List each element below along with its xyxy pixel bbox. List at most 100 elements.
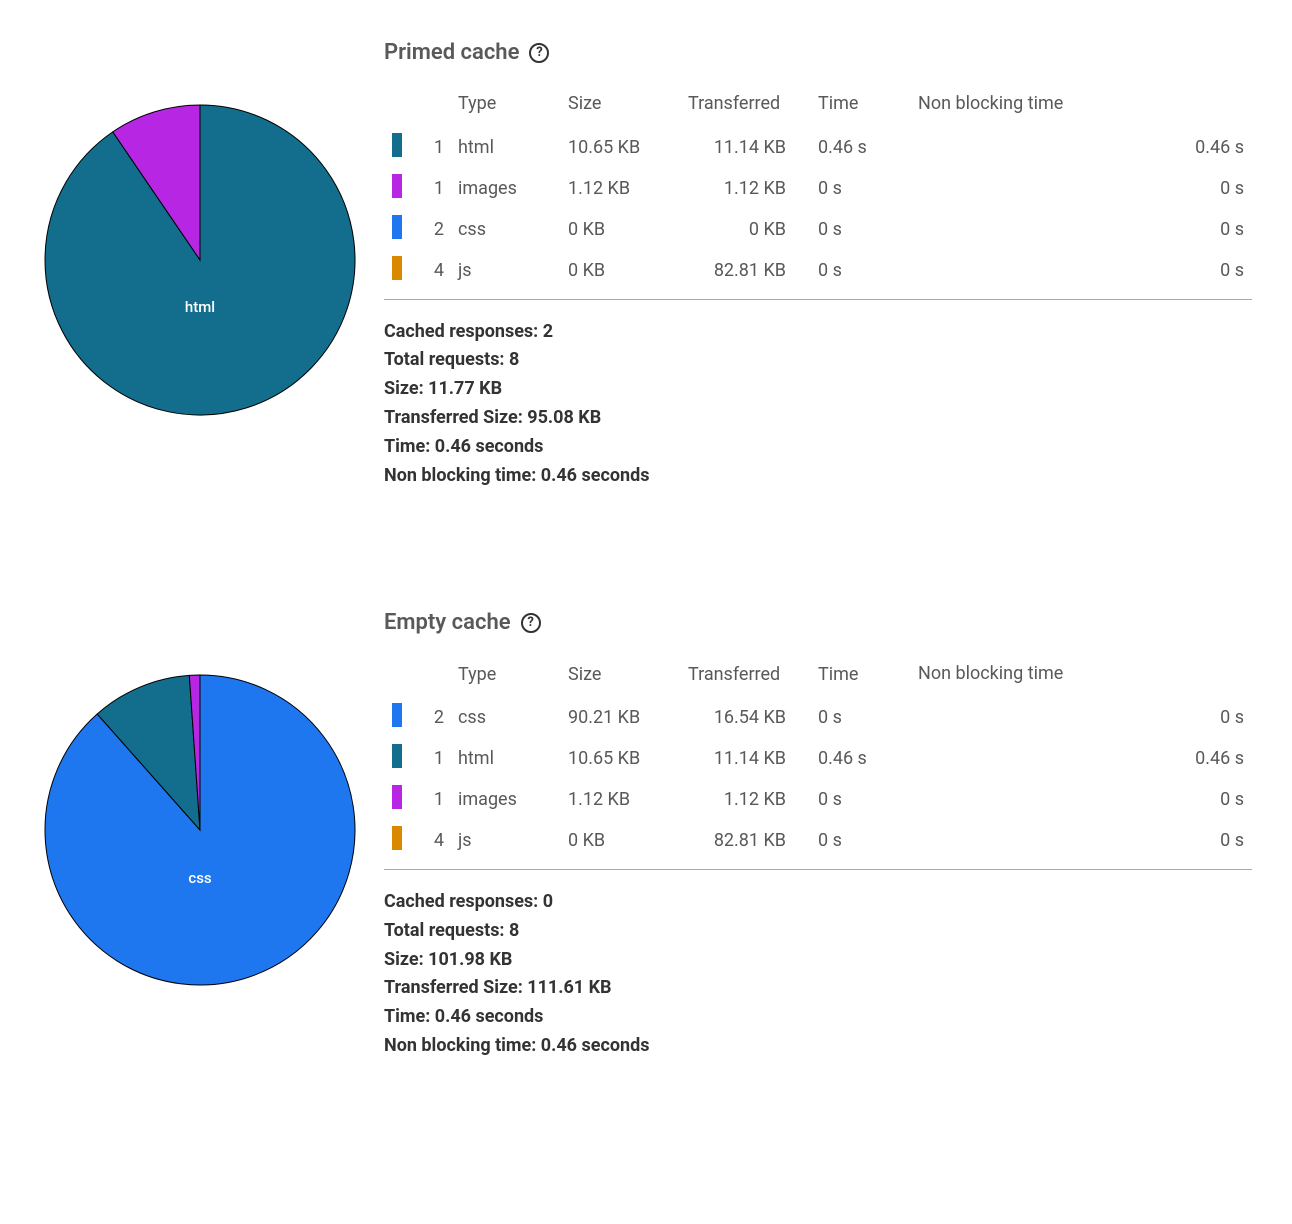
col-time: Time (810, 655, 910, 697)
color-swatch (392, 703, 402, 727)
summary-value-size: 101.98 KB (428, 949, 512, 970)
help-icon[interactable]: ? (521, 613, 541, 633)
asset-table: Type Size Transferred Time Non blocking … (384, 655, 1252, 861)
color-swatch (392, 174, 402, 198)
asset-table: Type Size Transferred Time Non blocking … (384, 85, 1252, 291)
divider (384, 299, 1252, 300)
row-count: 4 (402, 250, 450, 291)
color-swatch-cell (384, 250, 402, 291)
summary-value-transferred: 111.61 KB (527, 977, 611, 998)
table-row: 1 images 1.12 KB 1.12 KB 0 s 0 s (384, 779, 1252, 820)
summary-value-size: 11.77 KB (428, 378, 502, 399)
details-panel: Primed cache ? Type Size Transferred Tim… (384, 40, 1252, 490)
row-time: 0 s (810, 820, 910, 861)
summary-label-total: Total requests: (384, 349, 505, 370)
col-type: Type (450, 85, 560, 127)
summary-block: Cached responses: 2 Total requests: 8 Si… (384, 318, 1252, 491)
row-time: 0.46 s (810, 738, 910, 779)
col-nonblocking: Non blocking time (910, 85, 1252, 127)
row-transferred: 82.81 KB (680, 820, 810, 861)
summary-label-transferred: Transferred Size: (384, 407, 523, 428)
row-nonblocking: 0 s (910, 168, 1252, 209)
color-swatch (392, 744, 402, 768)
details-panel: Empty cache ? Type Size Transferred Time… (384, 610, 1252, 1060)
summary-label-cached: Cached responses: (384, 321, 538, 342)
summary-value-time: 0.46 seconds (435, 1006, 544, 1027)
row-count: 2 (402, 209, 450, 250)
row-transferred: 11.14 KB (680, 738, 810, 779)
section-title-text: Empty cache (384, 610, 511, 635)
summary-label-time: Time: (384, 1006, 430, 1027)
cache-section: css Empty cache ? Type Size Transferred … (40, 610, 1252, 1060)
row-type: images (450, 168, 560, 209)
row-time: 0 s (810, 697, 910, 738)
row-count: 1 (402, 168, 450, 209)
row-type: js (450, 820, 560, 861)
summary-value-total: 8 (509, 920, 519, 941)
summary-value-total: 8 (509, 349, 519, 370)
row-type: css (450, 209, 560, 250)
row-nonblocking: 0 s (910, 250, 1252, 291)
row-size: 90.21 KB (560, 697, 680, 738)
row-count: 4 (402, 820, 450, 861)
summary-value-nonblocking: 0.46 seconds (541, 465, 650, 486)
pie-chart: html (40, 100, 360, 420)
color-swatch-cell (384, 779, 402, 820)
pie-center-label: html (185, 298, 215, 316)
col-nonblocking: Non blocking time (910, 655, 1252, 697)
summary-value-nonblocking: 0.46 seconds (541, 1035, 650, 1056)
row-nonblocking: 0.46 s (910, 738, 1252, 779)
color-swatch-cell (384, 127, 402, 168)
summary-value-transferred: 95.08 KB (527, 407, 601, 428)
col-time: Time (810, 85, 910, 127)
summary-label-size: Size: (384, 949, 424, 970)
table-row: 4 js 0 KB 82.81 KB 0 s 0 s (384, 820, 1252, 861)
color-swatch (392, 215, 402, 239)
pie-chart: css (40, 670, 360, 990)
section-title: Empty cache ? (384, 610, 1252, 635)
color-swatch-cell (384, 820, 402, 861)
summary-label-cached: Cached responses: (384, 891, 538, 912)
row-size: 1.12 KB (560, 779, 680, 820)
summary-value-time: 0.46 seconds (435, 436, 544, 457)
color-swatch-cell (384, 209, 402, 250)
summary-block: Cached responses: 0 Total requests: 8 Si… (384, 888, 1252, 1061)
col-transferred: Transferred (680, 85, 810, 127)
row-type: css (450, 697, 560, 738)
color-swatch-cell (384, 697, 402, 738)
table-row: 2 css 0 KB 0 KB 0 s 0 s (384, 209, 1252, 250)
row-nonblocking: 0 s (910, 779, 1252, 820)
cache-section: html Primed cache ? Type Size Transferre… (40, 40, 1252, 490)
color-swatch-cell (384, 168, 402, 209)
summary-label-size: Size: (384, 378, 424, 399)
row-size: 10.65 KB (560, 738, 680, 779)
table-row: 1 html 10.65 KB 11.14 KB 0.46 s 0.46 s (384, 127, 1252, 168)
row-count: 1 (402, 127, 450, 168)
color-swatch (392, 133, 402, 157)
row-transferred: 82.81 KB (680, 250, 810, 291)
table-row: 2 css 90.21 KB 16.54 KB 0 s 0 s (384, 697, 1252, 738)
row-time: 0 s (810, 250, 910, 291)
summary-label-transferred: Transferred Size: (384, 977, 523, 998)
color-swatch (392, 785, 402, 809)
row-nonblocking: 0.46 s (910, 127, 1252, 168)
row-time: 0.46 s (810, 127, 910, 168)
color-swatch (392, 256, 402, 280)
row-type: html (450, 738, 560, 779)
help-icon[interactable]: ? (529, 43, 549, 63)
color-swatch (392, 826, 402, 850)
col-size: Size (560, 85, 680, 127)
summary-label-total: Total requests: (384, 920, 505, 941)
row-nonblocking: 0 s (910, 697, 1252, 738)
pie-center-label: css (188, 869, 211, 887)
summary-label-time: Time: (384, 436, 430, 457)
section-title: Primed cache ? (384, 40, 1252, 65)
row-transferred: 16.54 KB (680, 697, 810, 738)
col-transferred: Transferred (680, 655, 810, 697)
table-row: 1 html 10.65 KB 11.14 KB 0.46 s 0.46 s (384, 738, 1252, 779)
table-row: 4 js 0 KB 82.81 KB 0 s 0 s (384, 250, 1252, 291)
col-type: Type (450, 655, 560, 697)
row-size: 0 KB (560, 820, 680, 861)
row-size: 0 KB (560, 209, 680, 250)
row-time: 0 s (810, 168, 910, 209)
